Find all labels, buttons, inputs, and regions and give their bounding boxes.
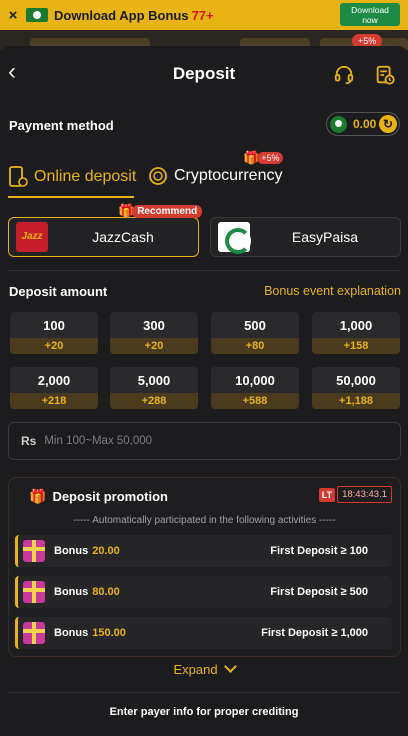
countdown-timer: LT 18:43:43.1: [318, 486, 392, 503]
tab-cryptocurrency[interactable]: Cryptocurrency: [148, 166, 282, 186]
promotion-subtitle: ----- Automatically participated in the …: [73, 515, 336, 526]
balance-amount: 0.00: [353, 117, 377, 131]
amount-value: 500: [244, 318, 266, 333]
method-easypaisa[interactable]: EasyPaisa: [210, 217, 401, 257]
bonus-condition: First Deposit ≥ 100: [270, 545, 368, 557]
header: ‹ Deposit: [0, 46, 408, 102]
download-label: Download: [351, 5, 389, 15]
tab-online-deposit[interactable]: Online deposit: [8, 166, 136, 188]
gift-box-icon: [23, 622, 45, 644]
records-icon[interactable]: [374, 64, 396, 86]
amount-bonus: +218: [10, 393, 98, 409]
amount-option[interactable]: 2,000 +218: [10, 367, 98, 409]
bonus-condition: First Deposit ≥ 500: [270, 586, 368, 598]
bonus-explanation-link[interactable]: Bonus event explanation: [264, 284, 401, 298]
amount-bonus: +1,188: [312, 393, 400, 409]
bonus-label: Bonus: [54, 586, 89, 598]
amount-bonus: +158: [312, 338, 400, 354]
amount-value: 2,000: [37, 373, 71, 388]
deposit-sheet: ‹ Deposit Payment method 0.00 ↻ Online d…: [0, 46, 408, 736]
gift-icon: 🎁: [29, 488, 47, 504]
phone-deposit-icon: [9, 166, 28, 187]
brazil-flag-icon: [26, 8, 48, 22]
bonus-condition: First Deposit ≥ 1,000: [261, 627, 368, 639]
expand-button[interactable]: Expand: [0, 660, 408, 677]
promotion-title: Deposit promotion: [52, 489, 168, 504]
easypaisa-logo: [218, 222, 251, 254]
amount-value: 300: [143, 318, 165, 333]
timer-value: 18:43:43.1: [337, 486, 392, 503]
divider: [8, 270, 401, 271]
payment-method-label: Payment method: [9, 118, 114, 133]
headset-icon[interactable]: [333, 64, 355, 86]
recommend-label: Recommend: [132, 204, 203, 218]
method-easypaisa-label: EasyPaisa: [291, 229, 359, 245]
banner-percent: 77+: [191, 7, 214, 23]
amount-option[interactable]: 300 +20: [110, 312, 198, 354]
bonus-value: 20.00: [92, 545, 120, 557]
bonus-value: 80.00: [92, 586, 120, 598]
download-now-button[interactable]: Download now: [340, 3, 400, 26]
method-jazzcash-label: JazzCash: [92, 229, 154, 245]
balance-pill: 0.00 ↻: [326, 112, 400, 136]
amount-bonus: +588: [211, 393, 299, 409]
amount-input[interactable]: [44, 435, 345, 447]
amount-value: 100: [43, 318, 65, 333]
amount-value: 10,000: [235, 373, 275, 388]
amount-option[interactable]: 10,000 +588: [211, 367, 299, 409]
expand-label: Expand: [173, 662, 218, 677]
coin-icon: [149, 167, 167, 185]
divider: [8, 692, 401, 693]
pakistan-flag-icon: [330, 115, 347, 133]
amount-bonus: +288: [110, 393, 198, 409]
promotion-header: 🎁 Deposit promotion: [29, 488, 168, 505]
amount-option[interactable]: 500 +80: [211, 312, 299, 354]
crypto-bonus-badge: 🎁 +5%: [243, 150, 284, 166]
amount-value: 5,000: [137, 373, 171, 388]
amount-input-field[interactable]: Rs: [8, 422, 401, 460]
active-tab-indicator: [8, 196, 134, 198]
banner-text: Download App Bonus: [54, 7, 189, 23]
chevron-down-icon: [223, 660, 237, 673]
bonus-item: Bonus 80.00 First Deposit ≥ 500: [15, 576, 392, 608]
currency-label: Rs: [21, 434, 37, 448]
bonus-label: Bonus: [54, 627, 89, 639]
method-jazzcash[interactable]: Jazz JazzCash: [8, 217, 199, 257]
amount-option[interactable]: 1,000 +158: [312, 312, 400, 354]
amount-bonus: +80: [211, 338, 299, 354]
amount-option[interactable]: 5,000 +288: [110, 367, 198, 409]
amount-value: 1,000: [339, 318, 373, 333]
crypto-bonus-percent: +5%: [257, 152, 284, 164]
tab-cryptocurrency-label: Cryptocurrency: [174, 167, 283, 184]
bonus-label: Bonus: [54, 545, 89, 557]
close-banner-button[interactable]: ×: [0, 7, 26, 24]
tab-online-deposit-label: Online deposit: [34, 168, 137, 185]
amount-value: 50,000: [336, 373, 376, 388]
jazzcash-logo: Jazz: [16, 222, 48, 252]
now-label: now: [362, 15, 378, 25]
payer-info-note: Enter payer info for proper crediting: [109, 706, 299, 718]
amount-option[interactable]: 50,000 +1,188: [312, 367, 400, 409]
deposit-promotion-panel: 🎁 Deposit promotion LT 18:43:43.1 ----- …: [8, 477, 401, 657]
recommend-badge: 🎁 Recommend: [118, 203, 203, 219]
bonus-item: Bonus 150.00 First Deposit ≥ 1,000: [15, 617, 392, 649]
refresh-balance-icon[interactable]: ↻: [379, 115, 397, 133]
download-app-banner[interactable]: × Download App Bonus 77+ Download now: [0, 0, 408, 30]
bonus-item: Bonus 20.00 First Deposit ≥ 100: [15, 535, 392, 567]
amount-option[interactable]: 100 +20: [10, 312, 98, 354]
bonus-value: 150.00: [92, 627, 126, 639]
amount-bonus: +20: [110, 338, 198, 354]
gift-box-icon: [23, 540, 45, 562]
gift-box-icon: [23, 581, 45, 603]
lightning-icon: LT: [318, 487, 336, 502]
deposit-amount-label: Deposit amount: [9, 284, 108, 299]
amount-bonus: +20: [10, 338, 98, 354]
